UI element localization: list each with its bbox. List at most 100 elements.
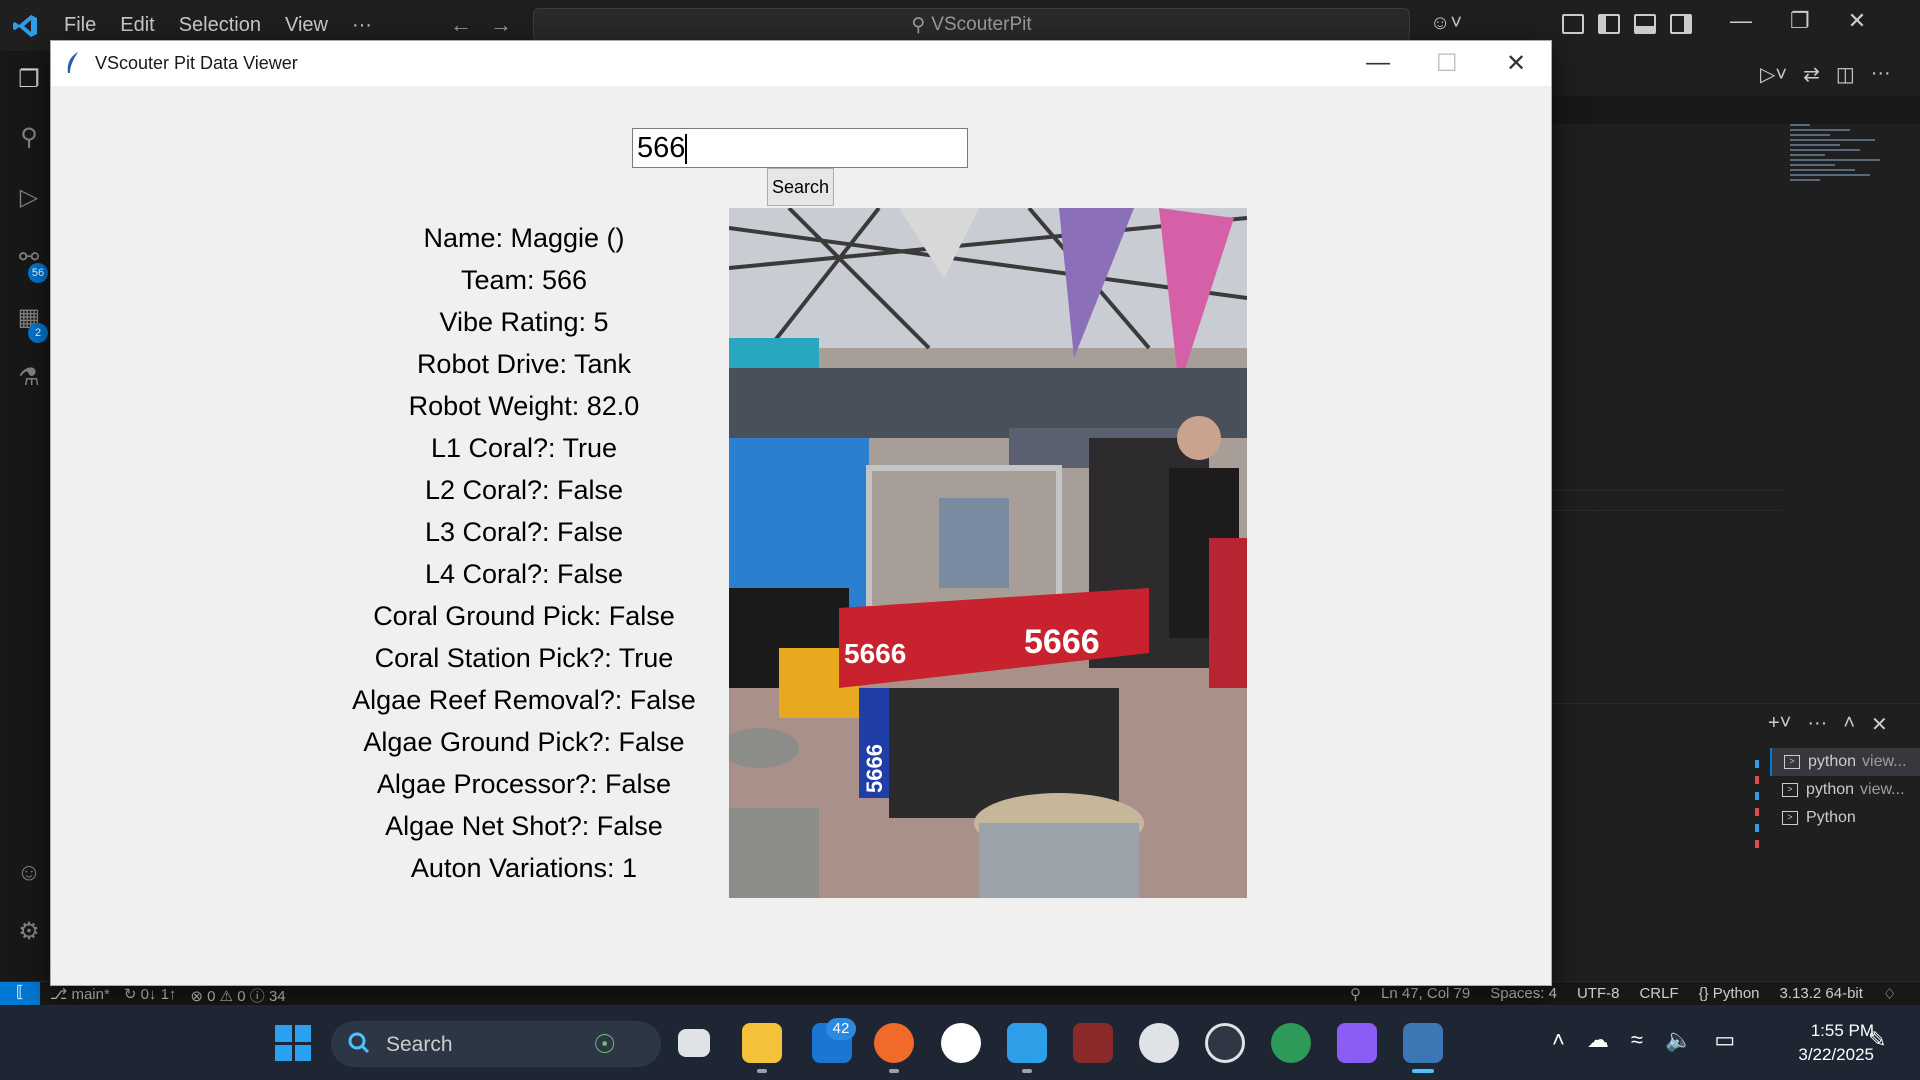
- notifications-icon[interactable]: ✎: [1868, 1027, 1886, 1053]
- text-caret: [685, 134, 688, 165]
- task-view-icon[interactable]: [678, 1029, 710, 1057]
- toggle-panel-icon[interactable]: [1634, 14, 1656, 34]
- clock[interactable]: 1:55 PM 3/22/2025: [1770, 1019, 1874, 1067]
- field-vibe-rating: Vibe Rating: 5: [439, 307, 609, 337]
- robot-photo: 5666 5666 5666: [729, 208, 1247, 898]
- toggle-primary-sidebar-icon[interactable]: [1598, 14, 1620, 34]
- new-terminal-icon[interactable]: +˅: [1768, 712, 1791, 737]
- search-icon[interactable]: ⚲: [14, 123, 44, 153]
- photo-number-label: 5666: [862, 744, 887, 793]
- encoding[interactable]: UTF-8: [1577, 985, 1620, 1003]
- forward-arrow-icon[interactable]: →: [490, 12, 512, 38]
- taskbar-search[interactable]: Search ☉: [331, 1021, 661, 1067]
- indentation[interactable]: Spaces: 4: [1490, 985, 1557, 1003]
- tray-overflow-chevron-icon[interactable]: ˄: [1552, 1027, 1565, 1053]
- divider: [1552, 510, 1782, 511]
- terminal-list: > python view... > python view... > Pyth…: [1770, 748, 1920, 832]
- accounts-icon[interactable]: ☺: [14, 858, 44, 888]
- back-arrow-icon[interactable]: ←: [450, 12, 472, 38]
- terminal-item[interactable]: > python view...: [1770, 748, 1920, 776]
- firefox-icon[interactable]: [874, 1023, 914, 1063]
- terminal-item[interactable]: > Python: [1770, 804, 1920, 832]
- command-center[interactable]: ⚲ VScouterPit: [533, 8, 1410, 42]
- system-tray: ˄ ☁ ≈ 🔈 ▭: [1552, 1027, 1735, 1053]
- notifications-bell-icon[interactable]: ♢: [1883, 985, 1896, 1003]
- testing-icon[interactable]: ⚗: [14, 363, 44, 393]
- run-icon[interactable]: ▷˅: [1760, 62, 1787, 87]
- zoom-icon[interactable]: ⚲: [1350, 985, 1361, 1003]
- sync-indicator[interactable]: ↻ 0↓ 1↑: [124, 985, 177, 1006]
- battery-icon[interactable]: ▭: [1714, 1027, 1735, 1053]
- minimize-icon[interactable]: —: [1730, 8, 1752, 34]
- vscode-taskbar-icon[interactable]: [1007, 1023, 1047, 1063]
- terminal-gutter: [1755, 760, 1761, 960]
- menu-bar: File Edit Selection View ···: [64, 14, 396, 37]
- run-debug-icon[interactable]: ▷: [14, 183, 44, 213]
- menu-more[interactable]: ···: [352, 14, 372, 37]
- extensions-badge: 2: [28, 323, 48, 343]
- tk-feather-icon: [67, 52, 78, 73]
- compare-icon[interactable]: ⇄: [1803, 62, 1820, 87]
- wifi-icon[interactable]: ≈: [1631, 1027, 1643, 1053]
- panel-more-icon[interactable]: ···: [1807, 712, 1827, 737]
- python-interpreter[interactable]: 3.13.2 64-bit: [1780, 985, 1863, 1003]
- field-coral-station-pick: Coral Station Pick?: True: [374, 643, 674, 673]
- running-indicator: [757, 1069, 767, 1073]
- language-mode[interactable]: {} Python: [1699, 985, 1760, 1003]
- explorer-icon[interactable]: ❐: [14, 65, 44, 95]
- obsidian-icon[interactable]: [1337, 1023, 1377, 1063]
- terminal-item[interactable]: > python view...: [1770, 776, 1920, 804]
- maximize-panel-icon[interactable]: ˄: [1843, 712, 1855, 737]
- team-search-input[interactable]: 566: [632, 128, 968, 168]
- search-icon: [348, 1032, 370, 1054]
- end-of-line[interactable]: CRLF: [1639, 985, 1678, 1003]
- problems-indicator[interactable]: ⊗ 0 ⚠ 0 ⓘ 34: [190, 985, 285, 1006]
- volume-icon[interactable]: 🔈: [1665, 1027, 1692, 1053]
- close-panel-icon[interactable]: ✕: [1871, 712, 1888, 737]
- field-algae-ground-pick: Algae Ground Pick?: False: [363, 727, 685, 757]
- more-actions-icon[interactable]: ···: [1871, 62, 1891, 87]
- photo-number-label: 5666: [844, 638, 906, 669]
- toggle-secondary-sidebar-icon[interactable]: [1670, 14, 1692, 34]
- menu-view[interactable]: View: [285, 14, 328, 37]
- menu-file[interactable]: File: [64, 14, 96, 37]
- manage-gear-icon[interactable]: ⚙: [14, 917, 44, 947]
- divider: [1552, 490, 1782, 491]
- maximize-icon[interactable]: ☐: [1436, 49, 1458, 78]
- sync-app-icon[interactable]: [1271, 1023, 1311, 1063]
- split-editor-icon[interactable]: ◫: [1836, 62, 1855, 87]
- start-windows-icon[interactable]: [275, 1025, 311, 1061]
- menu-selection[interactable]: Selection: [179, 14, 261, 37]
- clock-date: 3/22/2025: [1798, 1045, 1874, 1064]
- onedrive-cloud-icon[interactable]: ☁: [1587, 1027, 1609, 1053]
- terminal-icon: >: [1782, 783, 1798, 797]
- field-robot-drive: Robot Drive: Tank: [416, 349, 632, 379]
- remote-icon[interactable]: ⟦: [0, 982, 40, 1006]
- branch-indicator[interactable]: ⎇ main*: [50, 985, 110, 1006]
- field-algae-reef-removal: Algae Reef Removal?: False: [352, 685, 696, 715]
- field-l2-coral: L2 Coral?: False: [424, 475, 624, 505]
- inkscape-icon[interactable]: [1205, 1023, 1245, 1063]
- sun-settings-icon[interactable]: [1139, 1023, 1179, 1063]
- close-icon[interactable]: ✕: [1848, 8, 1866, 34]
- customize-layout-icon[interactable]: [1562, 14, 1584, 34]
- app-w-icon[interactable]: [941, 1023, 981, 1063]
- file-explorer-icon[interactable]: [742, 1023, 782, 1063]
- search-button[interactable]: Search: [767, 168, 834, 206]
- close-icon[interactable]: ✕: [1506, 49, 1526, 78]
- minimap[interactable]: [1790, 124, 1902, 224]
- copilot-icon[interactable]: ☺˅: [1430, 12, 1462, 35]
- terminal-detail: view...: [1860, 781, 1905, 798]
- cursor-position[interactable]: Ln 47, Col 79: [1381, 985, 1470, 1003]
- terminal-icon: >: [1782, 811, 1798, 825]
- field-algae-net-shot: Algae Net Shot?: False: [385, 811, 663, 841]
- running-indicator: [1022, 1069, 1032, 1073]
- pit-data-list: Name: Maggie () Team: 566 Vibe Rating: 5…: [334, 217, 714, 889]
- python-taskbar-icon[interactable]: [1403, 1023, 1443, 1063]
- restore-icon[interactable]: ❐: [1790, 8, 1810, 34]
- dev-tool-icon[interactable]: [1073, 1023, 1113, 1063]
- panel-divider: [1552, 703, 1920, 704]
- running-indicator: [889, 1069, 899, 1073]
- minimize-icon[interactable]: —: [1366, 49, 1390, 77]
- menu-edit[interactable]: Edit: [120, 14, 154, 37]
